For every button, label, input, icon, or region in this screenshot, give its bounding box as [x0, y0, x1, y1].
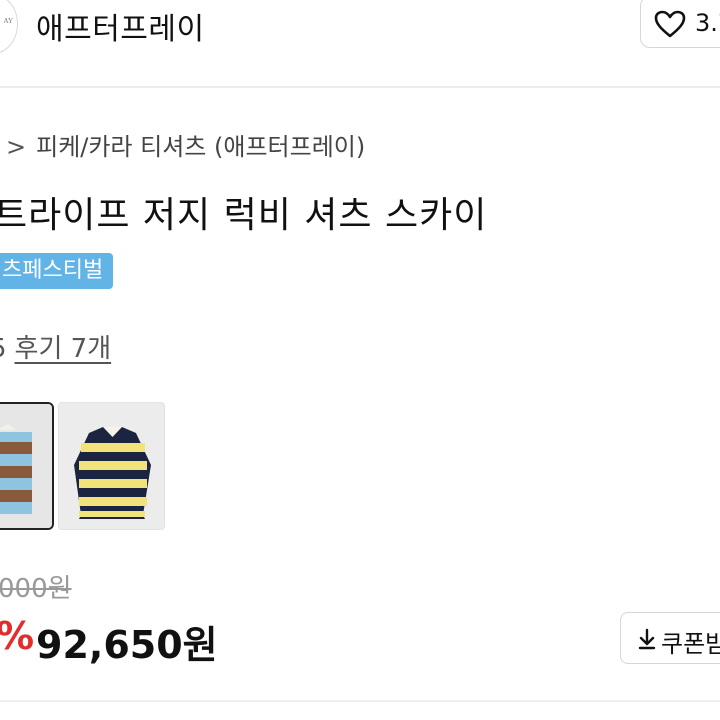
- store-name[interactable]: 애프터프레이: [36, 4, 205, 48]
- divider: [0, 700, 720, 702]
- rating-value: 5: [0, 334, 7, 364]
- logo-text: AY: [3, 17, 13, 25]
- rating-row: 5 후기 7개: [0, 328, 111, 365]
- rugby-shirt-image: [0, 404, 52, 528]
- like-button[interactable]: 3.7: [640, 0, 720, 48]
- like-count: 3.7: [695, 9, 720, 37]
- original-price: 000원: [0, 574, 72, 604]
- breadcrumb[interactable]: > 피케/카라 티셔츠 (애프터프레이): [6, 127, 365, 162]
- thumbnail-yellow-navy[interactable]: [58, 402, 165, 530]
- rugby-shirt-image: [59, 403, 164, 529]
- top-bar: AY 애프터프레이 3.7: [0, 0, 720, 88]
- store-logo[interactable]: AY: [0, 0, 18, 54]
- event-badge[interactable]: 츠페스티벌: [0, 253, 114, 289]
- download-icon: [638, 628, 656, 650]
- coupon-label: 쿠폰받: [661, 630, 720, 658]
- product-title: 트라이프 저지 럭비 셔츠 스카이: [0, 195, 488, 236]
- coupon-download-button[interactable]: 쿠폰받: [620, 612, 720, 664]
- sale-price: 92,650원: [36, 623, 218, 667]
- breadcrumb-category[interactable]: 피케/카라 티셔츠 (애프터프레이): [36, 133, 365, 161]
- reviews-link[interactable]: 후기 7개: [15, 334, 112, 364]
- heart-icon: [654, 10, 686, 38]
- thumbnail-sky-brown[interactable]: [0, 402, 54, 530]
- discount-rate: %: [0, 614, 34, 658]
- chevron-right-icon: >: [6, 133, 27, 161]
